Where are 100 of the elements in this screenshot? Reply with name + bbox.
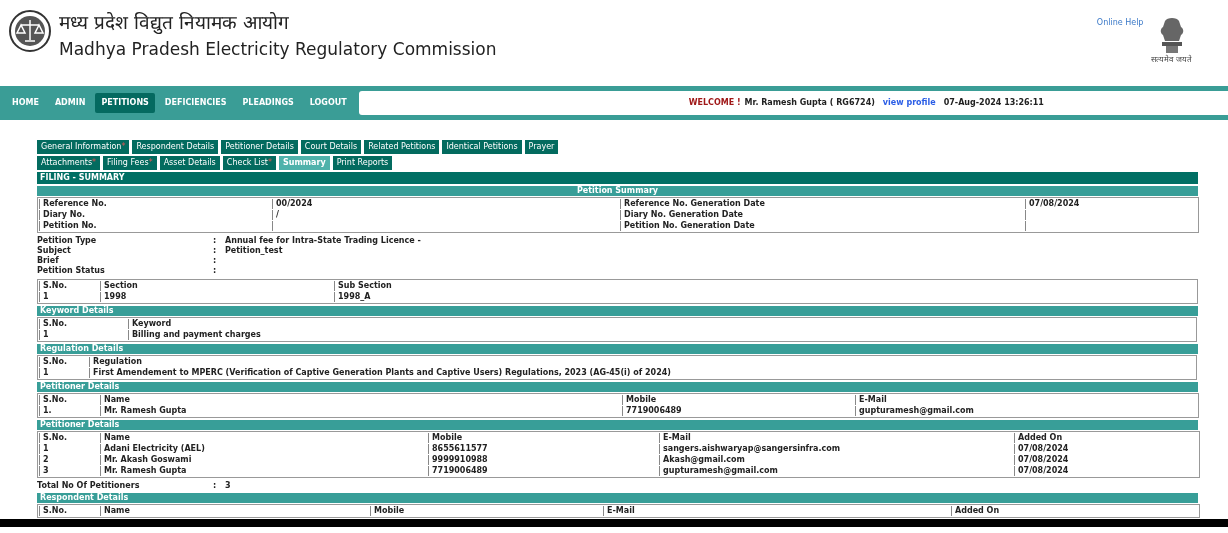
table-cell: 1998 <box>100 292 333 302</box>
column-header: S.No. <box>39 357 88 367</box>
table-cell: 3 <box>39 466 99 476</box>
table-cell: 1 <box>39 330 127 340</box>
motto-text: सत्यमेव जयते <box>1151 55 1192 64</box>
field-label: Petition Status <box>37 266 106 276</box>
table-cell: 1 <box>39 444 99 454</box>
table-cell: sangers.aishwaryap@sangersinfra.com <box>659 444 1013 454</box>
section-header: Petitioner Details <box>37 382 1198 392</box>
table-cell: Akash@gmail.com <box>659 455 1013 465</box>
table-cell: Mr. Ramesh Gupta <box>100 406 621 416</box>
tab[interactable]: Identical Petitions <box>442 140 522 154</box>
table-cell: 7719006489 <box>428 466 658 476</box>
table-cell: 8655611577 <box>428 444 658 454</box>
welcome-label: WELCOME ! <box>688 97 741 109</box>
tab[interactable]: Court Details <box>300 140 362 154</box>
online-help-link[interactable]: Online Help <box>1096 17 1144 29</box>
colon: : <box>213 236 218 246</box>
column-header: E-Mail <box>603 506 950 516</box>
colon: : <box>213 246 218 256</box>
column-header: S.No. <box>39 506 99 516</box>
table-cell: 1 <box>39 292 99 302</box>
column-header: Name <box>100 506 369 516</box>
table-cell: 2 <box>39 455 99 465</box>
table-cell: 07/08/2024 <box>1025 199 1197 209</box>
tab[interactable]: Asset Details <box>159 156 220 170</box>
column-header: Regulation <box>89 357 1195 367</box>
table-cell: 07/08/2024 <box>1014 444 1198 454</box>
table-cell: 1 <box>39 368 88 378</box>
column-header: S.No. <box>39 281 99 291</box>
nav-link[interactable]: ADMIN <box>48 93 92 113</box>
table-cell: 9999910988 <box>428 455 658 465</box>
table-cell: / <box>272 210 619 220</box>
column-header: S.No. <box>39 319 127 329</box>
column-header: Name <box>100 433 427 443</box>
table-cell: First Amendement to MPERC (Verification of Captive Generation Plants and Captive Users) Regulations, 2023 (AG-45(i) of 2024) <box>89 368 1195 378</box>
field-label: Brief <box>37 256 60 266</box>
table-cell: 07/08/2024 <box>1014 466 1198 476</box>
field-value: 3 <box>225 481 231 491</box>
table-cell: Reference No. <box>39 199 271 209</box>
table-cell: Petition No. Generation Date <box>620 221 1024 231</box>
column-header: Mobile <box>428 433 658 443</box>
tab[interactable]: Attachments* <box>37 156 101 170</box>
tab[interactable]: General Information* <box>37 140 130 154</box>
column-header: E-Mail <box>855 395 1197 405</box>
column-header: Name <box>100 395 621 405</box>
table-cell: Mr. Ramesh Gupta <box>100 466 427 476</box>
site-title: Madhya Pradesh Electricity Regulatory Commission <box>59 38 497 60</box>
colon: : <box>213 481 218 491</box>
table-cell: 00/2024 <box>272 199 619 209</box>
field-label: Total No Of Petitioners <box>37 481 141 491</box>
section-header: Regulation Details <box>37 344 1198 354</box>
table-cell: Petition No. <box>39 221 271 231</box>
column-header: E-Mail <box>659 433 1013 443</box>
table-cell: 1998_A <box>334 292 1196 302</box>
nav-link[interactable]: PLEADINGS <box>236 93 300 113</box>
section-header: Keyword Details <box>37 306 1198 316</box>
tab[interactable]: Respondent Details <box>132 140 219 154</box>
field-value: Petition_test <box>225 246 283 256</box>
table-cell: Billing and payment charges <box>128 330 1195 340</box>
view-profile-link[interactable]: view profile <box>882 97 936 109</box>
field-label: Subject <box>37 246 72 256</box>
user-name: Mr. Ramesh Gupta ( RG6724) <box>744 97 875 109</box>
scales-logo-icon <box>9 10 51 52</box>
table-cell: 7719006489 <box>622 406 854 416</box>
column-header: Sub Section <box>334 281 1196 291</box>
column-header: S.No. <box>39 395 99 405</box>
field-value: Annual fee for Intra-State Trading Licence - <box>225 236 421 246</box>
table-cell: Adani Electricity (AEL) <box>100 444 427 454</box>
tab[interactable]: Print Reports <box>332 156 393 170</box>
table-cell: Diary No. Generation Date <box>620 210 1024 220</box>
nav-link[interactable]: HOME <box>6 93 45 113</box>
page-title: FILING - SUMMARY <box>37 172 1198 184</box>
table-cell: 1. <box>39 406 99 416</box>
table-cell: 07/08/2024 <box>1014 455 1198 465</box>
table-cell: Diary No. <box>39 210 271 220</box>
colon: : <box>213 266 218 276</box>
column-header: Mobile <box>370 506 602 516</box>
section-header: Respondent Details <box>37 493 1198 503</box>
table-cell: Mr. Akash Goswami <box>100 455 427 465</box>
column-header: S.No. <box>39 433 99 443</box>
section-header: Petition Summary <box>37 186 1198 196</box>
tab[interactable]: Check List* <box>222 156 276 170</box>
field-label: Petition Type <box>37 236 98 246</box>
date-time: 07-Aug-2024 13:26:11 <box>943 97 1044 109</box>
tab[interactable]: Filing Fees* <box>103 156 157 170</box>
column-header: Mobile <box>622 395 854 405</box>
table-cell: gupturamesh@gmail.com <box>855 406 1197 416</box>
table-cell: gupturamesh@gmail.com <box>659 466 1013 476</box>
tab[interactable]: Related Petitions <box>364 140 440 154</box>
column-header: Keyword <box>128 319 1195 329</box>
nav-link[interactable]: PETITIONS <box>95 93 155 113</box>
column-header: Added On <box>1014 433 1198 443</box>
column-header: Section <box>100 281 333 291</box>
nav-link[interactable]: DEFICIENCIES <box>158 93 233 113</box>
section-header: Petitioner Details <box>37 420 1198 430</box>
column-header: Added On <box>951 506 1198 516</box>
tab[interactable]: Petitioner Details <box>221 140 298 154</box>
nav-link[interactable]: LOGOUT <box>303 93 353 113</box>
tab[interactable]: Prayer <box>524 140 559 154</box>
